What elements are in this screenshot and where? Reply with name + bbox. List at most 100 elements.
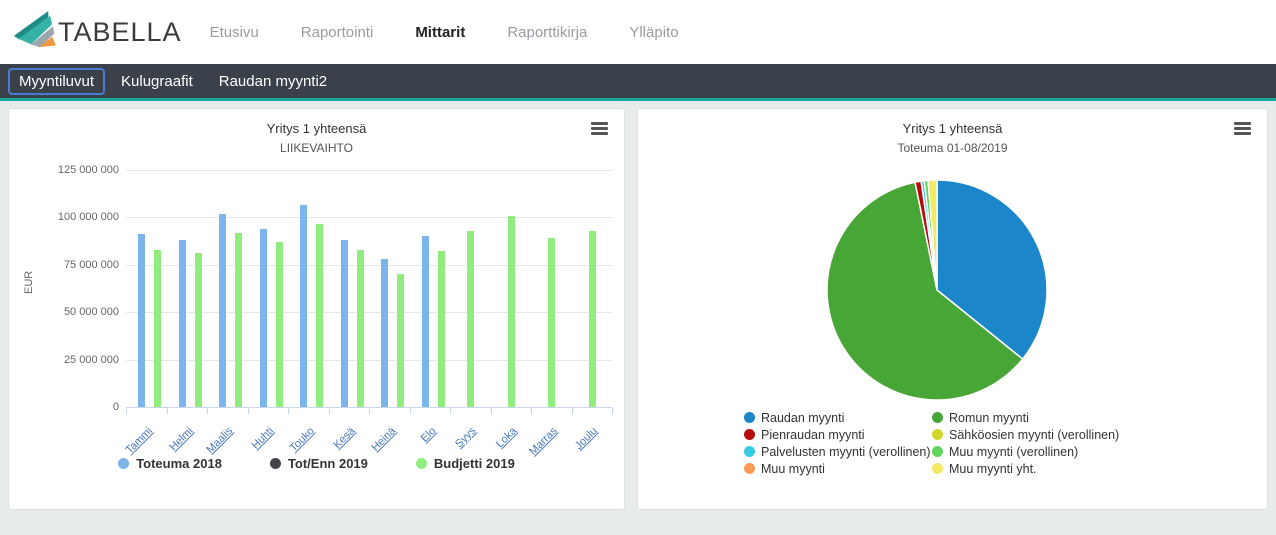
bar-chart-legend: Toteuma 2018 Tot/Enn 2019 Budjetti 2019 [9,456,624,471]
dashboard-tabs: Myyntiluvut Kulugraafit Raudan myynti2 [0,64,1276,101]
legend-label: Sähköosien myynti (verollinen) [949,428,1119,442]
legend-dot-icon [744,446,755,457]
bar-toteuma-2018[interactable] [381,259,388,407]
nav-mittarit[interactable]: Mittarit [415,24,465,41]
legend-dot-icon [270,458,281,469]
legend-label: Toteuma 2018 [136,456,222,471]
legend-item[interactable]: Tot/Enn 2019 [270,456,368,471]
y-axis-ticks: 025 000 00050 000 00075 000 000100 000 0… [9,170,119,407]
legend-item[interactable]: Romun myynti [932,411,1212,425]
bar-budjetti-2019[interactable] [316,224,323,407]
y-tick-label: 100 000 000 [58,211,119,223]
bar-chart-panel: Yritys 1 yhteensä LIIKEVAIHTO EUR 025 00… [8,108,625,510]
y-tick-label: 25 000 000 [64,354,119,366]
legend-label: Romun myynti [949,411,1029,425]
pie-chart [824,177,1050,403]
bar-toteuma-2018[interactable] [138,234,145,407]
bar-budjetti-2019[interactable] [467,231,474,407]
app-header: TABELLA Etusivu Raportointi Mittarit Rap… [0,0,1276,64]
y-tick-label: 125 000 000 [58,164,119,176]
x-tick-mark [126,408,127,414]
legend-dot-icon [118,458,129,469]
bar-budjetti-2019[interactable] [195,253,202,407]
bar-budjetti-2019[interactable] [589,231,596,407]
bar-chart-title: Yritys 1 yhteensä [9,121,624,136]
x-tick-mark [369,408,370,414]
bar-budjetti-2019[interactable] [438,251,445,407]
legend-dot-icon [932,412,943,423]
gridline [126,217,612,218]
x-tick-mark [410,408,411,414]
bar-plot [126,170,612,407]
nav-raportointi[interactable]: Raportointi [301,24,374,41]
top-nav: Etusivu Raportointi Mittarit Raporttikir… [210,24,679,41]
nav-etusivu[interactable]: Etusivu [210,24,259,41]
legend-label: Muu myynti yht. [949,462,1037,476]
chart-menu-icon[interactable] [1234,122,1251,135]
legend-dot-icon [416,458,427,469]
bar-budjetti-2019[interactable] [548,238,555,407]
bar-budjetti-2019[interactable] [276,242,283,407]
gridline [126,170,612,171]
tabella-logo-icon [10,10,56,54]
tab-raudan-myynti2[interactable]: Raudan myynti2 [209,68,337,95]
legend-dot-icon [932,446,943,457]
legend-dot-icon [932,429,943,440]
nav-raporttikirja[interactable]: Raporttikirja [507,24,587,41]
bar-budjetti-2019[interactable] [397,274,404,407]
legend-dot-icon [744,429,755,440]
legend-label: Muu myynti [761,462,825,476]
bar-budjetti-2019[interactable] [357,250,364,407]
bar-toteuma-2018[interactable] [422,236,429,407]
legend-item[interactable]: Sähköosien myynti (verollinen) [932,428,1212,442]
legend-item[interactable]: Palvelusten myynti (verollinen) [744,445,932,459]
x-tick-mark [167,408,168,414]
legend-label: Tot/Enn 2019 [288,456,368,471]
legend-item[interactable]: Raudan myynti [744,411,932,425]
pie-chart-panel: Yritys 1 yhteensä Toteuma 01-08/2019 Rau… [637,108,1268,510]
pie-chart-legend: Raudan myynti Romun myynti Pienraudan myyn… [744,409,1212,477]
x-tick-mark [491,408,492,414]
pie-chart-title: Yritys 1 yhteensä [638,121,1267,136]
legend-item[interactable]: Toteuma 2018 [118,456,222,471]
nav-yllapito[interactable]: Ylläpito [629,24,678,41]
y-tick-label: 75 000 000 [64,259,119,271]
bar-toteuma-2018[interactable] [300,205,307,407]
legend-item[interactable]: Budjetti 2019 [416,456,515,471]
bar-budjetti-2019[interactable] [508,216,515,407]
bar-budjetti-2019[interactable] [235,233,242,407]
bar-toteuma-2018[interactable] [260,229,267,407]
x-label-anchor: Joulu [492,421,592,439]
bar-toteuma-2018[interactable] [341,240,348,407]
x-tick-mark [450,408,451,414]
legend-label: Pienraudan myynti [761,428,865,442]
pie-chart-subtitle: Toteuma 01-08/2019 [638,141,1267,155]
bar-toteuma-2018[interactable] [179,240,186,407]
legend-dot-icon [744,412,755,423]
legend-item[interactable]: Muu myynti yht. [932,462,1212,476]
legend-label: Budjetti 2019 [434,456,515,471]
x-tick-mark [531,408,532,414]
legend-item[interactable]: Muu myynti [744,462,932,476]
x-tick-mark [248,408,249,414]
legend-dot-icon [932,463,943,474]
x-tick-mark [207,408,208,414]
legend-item[interactable]: Muu myynti (verollinen) [932,445,1212,459]
legend-item[interactable]: Pienraudan myynti [744,428,932,442]
brand-name: TABELLA [58,17,182,48]
x-tick-mark [329,408,330,414]
legend-label: Palvelusten myynti (verollinen) [761,445,931,459]
x-category-link[interactable]: Joulu [573,425,600,452]
legend-label: Raudan myynti [761,411,844,425]
brand[interactable]: TABELLA [10,10,182,54]
tab-myyntiluvut[interactable]: Myyntiluvut [8,68,105,95]
x-tick-mark [572,408,573,414]
bar-chart-subtitle: LIIKEVAIHTO [9,141,624,155]
chart-menu-icon[interactable] [591,122,608,135]
legend-label: Muu myynti (verollinen) [949,445,1078,459]
y-tick-label: 50 000 000 [64,306,119,318]
legend-dot-icon [744,463,755,474]
bar-toteuma-2018[interactable] [219,214,226,407]
bar-budjetti-2019[interactable] [154,250,161,407]
tab-kulugraafit[interactable]: Kulugraafit [111,68,203,95]
